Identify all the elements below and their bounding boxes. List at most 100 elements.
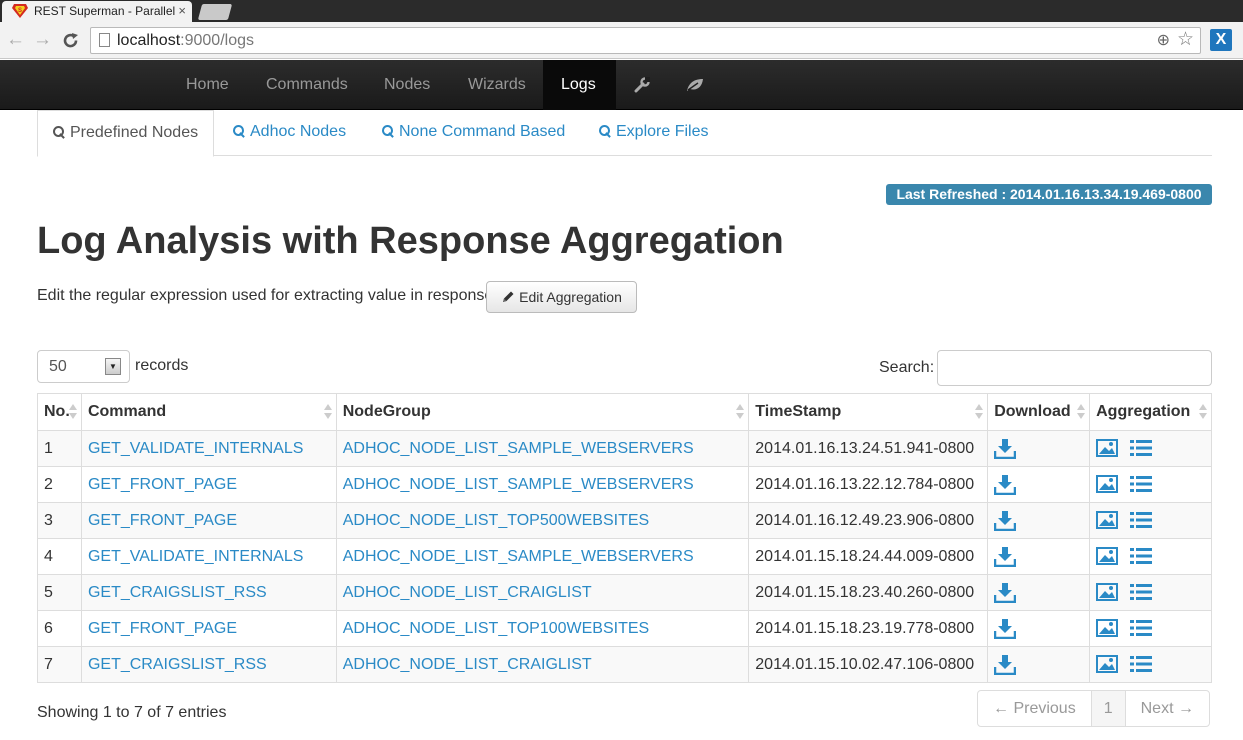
- new-tab-button[interactable]: [197, 4, 233, 20]
- search-icon: [382, 125, 394, 137]
- image-icon[interactable]: [1096, 439, 1119, 458]
- download-icon[interactable]: [993, 582, 1017, 603]
- address-bar[interactable]: localhost:9000/logs ⊕ ☆: [90, 27, 1201, 54]
- download-cell: [987, 610, 1091, 647]
- tab-none-command-based[interactable]: None Command Based: [367, 110, 580, 156]
- list-icon[interactable]: [1130, 476, 1153, 493]
- list-icon[interactable]: [1130, 440, 1153, 457]
- cell-no: 4: [37, 538, 82, 575]
- command-link[interactable]: GET_VALIDATE_INTERNALS: [80, 538, 337, 575]
- image-icon[interactable]: [1096, 475, 1119, 494]
- download-cell: [987, 466, 1091, 503]
- image-icon[interactable]: [1096, 547, 1119, 566]
- cell-no: 1: [37, 430, 82, 467]
- leaf-icon[interactable]: [686, 78, 704, 92]
- bookmark-star-icon[interactable]: ☆: [1177, 28, 1194, 51]
- nodegroup-link[interactable]: ADHOC_NODE_LIST_TOP100WEBSITES: [335, 610, 750, 647]
- search-icon: [599, 125, 611, 137]
- image-icon[interactable]: [1096, 655, 1119, 674]
- search-input[interactable]: [937, 350, 1212, 386]
- column-header-aggregation[interactable]: Aggregation: [1089, 393, 1212, 431]
- download-icon[interactable]: [993, 546, 1017, 567]
- nodegroup-link[interactable]: ADHOC_NODE_LIST_SAMPLE_WEBSERVERS: [335, 466, 750, 503]
- nodegroup-link[interactable]: ADHOC_NODE_LIST_SAMPLE_WEBSERVERS: [335, 538, 750, 575]
- command-link[interactable]: GET_CRAIGSLIST_RSS: [80, 574, 337, 611]
- table-row: 2 GET_FRONT_PAGE ADHOC_NODE_LIST_SAMPLE_…: [37, 466, 1212, 503]
- list-icon[interactable]: [1130, 584, 1153, 601]
- next-page-button[interactable]: Next →: [1126, 691, 1209, 726]
- browser-toolbar: ← → localhost:9000/logs ⊕ ☆: [0, 22, 1243, 59]
- cell-no: 6: [37, 610, 82, 647]
- sort-icon: [1077, 404, 1086, 420]
- column-header-download[interactable]: Download: [987, 393, 1091, 431]
- aggregation-cell: [1089, 538, 1212, 575]
- column-header-nodegroup[interactable]: NodeGroup: [335, 393, 750, 431]
- reload-icon[interactable]: [62, 32, 79, 49]
- nav-item-commands[interactable]: Commands: [248, 60, 366, 110]
- list-icon[interactable]: [1130, 656, 1153, 673]
- table-row: 3 GET_FRONT_PAGE ADHOC_NODE_LIST_TOP500W…: [37, 502, 1212, 539]
- image-icon[interactable]: [1096, 511, 1119, 530]
- sort-icon: [323, 404, 332, 420]
- column-header-timestamp[interactable]: TimeStamp: [748, 393, 989, 431]
- tab-explore-files[interactable]: Explore Files: [584, 110, 723, 156]
- sort-icon: [975, 404, 984, 420]
- nav-item-wizards[interactable]: Wizards: [450, 60, 544, 110]
- page-number-button[interactable]: 1: [1091, 691, 1126, 726]
- download-cell: [987, 574, 1091, 611]
- download-icon[interactable]: [993, 510, 1017, 531]
- superman-favicon-icon: S: [12, 4, 28, 18]
- command-link[interactable]: GET_FRONT_PAGE: [80, 610, 337, 647]
- download-icon[interactable]: [993, 474, 1017, 495]
- column-header-command[interactable]: Command: [80, 393, 337, 431]
- download-icon[interactable]: [993, 654, 1017, 675]
- nodegroup-link[interactable]: ADHOC_NODE_LIST_CRAIGLIST: [335, 646, 750, 683]
- image-icon[interactable]: [1096, 619, 1119, 638]
- command-link[interactable]: GET_CRAIGSLIST_RSS: [80, 646, 337, 683]
- extension-icon[interactable]: X: [1210, 29, 1232, 51]
- list-icon[interactable]: [1130, 548, 1153, 565]
- download-icon[interactable]: [993, 618, 1017, 639]
- back-icon[interactable]: ←: [6, 30, 25, 50]
- dropdown-arrow-icon[interactable]: ▼: [105, 358, 121, 375]
- cell-timestamp: 2014.01.15.18.23.19.778-0800: [748, 610, 989, 647]
- page-length-select[interactable]: 50 ▼: [37, 350, 130, 383]
- sort-icon: [68, 404, 77, 420]
- aggregation-cell: [1089, 502, 1212, 539]
- nodegroup-link[interactable]: ADHOC_NODE_LIST_CRAIGLIST: [335, 574, 750, 611]
- cell-timestamp: 2014.01.16.13.24.51.941-0800: [748, 430, 989, 467]
- download-cell: [987, 502, 1091, 539]
- wrench-icon[interactable]: [634, 77, 650, 93]
- list-icon[interactable]: [1130, 512, 1153, 529]
- download-icon[interactable]: [993, 438, 1017, 459]
- command-link[interactable]: GET_VALIDATE_INTERNALS: [80, 430, 337, 467]
- browser-tab[interactable]: S REST Superman - Parallel ×: [2, 1, 192, 22]
- nodegroup-link[interactable]: ADHOC_NODE_LIST_TOP500WEBSITES: [335, 502, 750, 539]
- search-label: Search:: [879, 359, 935, 376]
- tab-label: Explore Files: [616, 123, 709, 140]
- command-link[interactable]: GET_FRONT_PAGE: [80, 502, 337, 539]
- aggregation-cell: [1089, 646, 1212, 683]
- cell-no: 5: [37, 574, 82, 611]
- column-header-no[interactable]: No.: [37, 393, 82, 431]
- forward-icon[interactable]: →: [33, 30, 52, 50]
- sub-tabs: Predefined Nodes Adhoc Nodes None Comman…: [37, 110, 1212, 157]
- nodegroup-link[interactable]: ADHOC_NODE_LIST_SAMPLE_WEBSERVERS: [335, 430, 750, 467]
- image-icon[interactable]: [1096, 583, 1119, 602]
- search-icon: [53, 126, 65, 138]
- nav-item-home[interactable]: Home: [168, 60, 247, 110]
- nav-item-logs[interactable]: Logs: [543, 60, 616, 110]
- tab-adhoc-nodes[interactable]: Adhoc Nodes: [218, 110, 361, 156]
- command-link[interactable]: GET_FRONT_PAGE: [80, 466, 337, 503]
- list-icon[interactable]: [1130, 620, 1153, 637]
- records-label: records: [135, 357, 189, 374]
- previous-page-button[interactable]: ← Previous: [978, 691, 1092, 726]
- close-icon[interactable]: ×: [178, 3, 186, 18]
- edit-aggregation-button[interactable]: Edit Aggregation: [486, 281, 637, 313]
- zoom-icon[interactable]: ⊕: [1157, 30, 1170, 50]
- tab-predefined-nodes[interactable]: Predefined Nodes: [37, 110, 215, 157]
- browser-tabstrip: S REST Superman - Parallel ×: [0, 0, 1243, 22]
- sort-icon: [736, 404, 745, 420]
- nav-item-nodes[interactable]: Nodes: [366, 60, 448, 110]
- url-host: localhost: [117, 32, 181, 49]
